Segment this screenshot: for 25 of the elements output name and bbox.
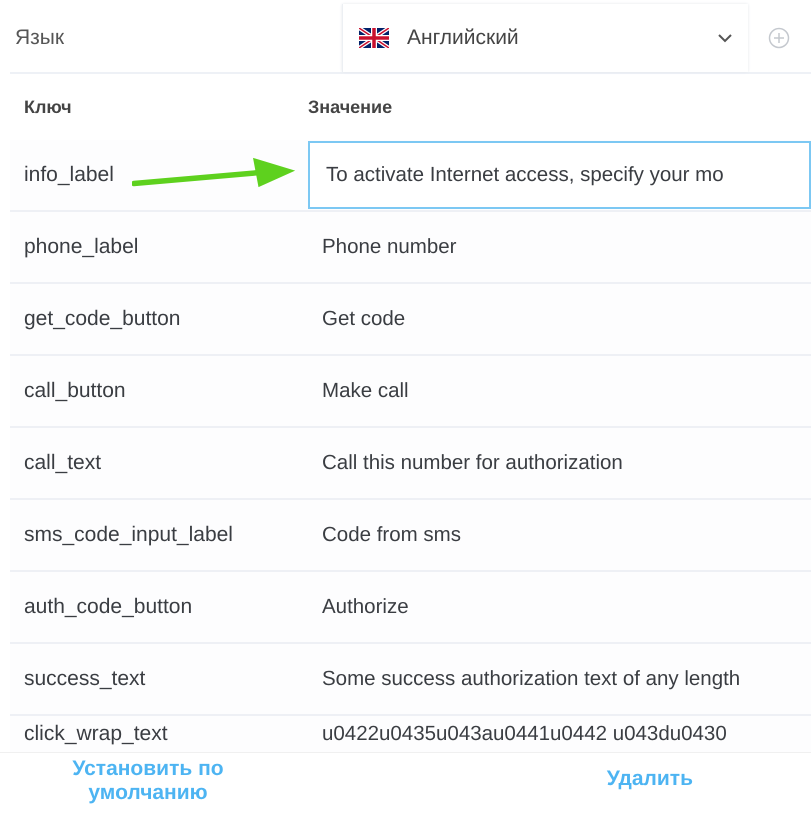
flag-icon	[359, 28, 389, 48]
language-label: Язык	[15, 26, 66, 50]
table-cell: call_button	[24, 379, 126, 403]
table-cell-text: u0422u0435u043au0441u0442 u043du0430	[321, 722, 727, 746]
table-cell-text: Some success authorization text of any length	[321, 667, 740, 691]
table-cell-text: Get code	[321, 307, 406, 331]
table-cell: info_label	[24, 163, 114, 187]
table-cell: sms_code_input_label	[24, 523, 233, 547]
table-cell: phone_label	[24, 235, 138, 259]
table-cell-text: Authorize	[321, 595, 409, 619]
add-icon[interactable]	[768, 27, 790, 49]
table-cell-text: Code from sms	[321, 523, 461, 547]
table-cell-text: Call this number for authorization	[321, 451, 623, 475]
table-cell-text: Make call	[321, 379, 409, 403]
value-input[interactable]: To activate Internet access, specify your mo	[308, 141, 811, 209]
caret-icon	[718, 34, 732, 42]
table-cell: click_wrap_text	[24, 722, 168, 746]
table-cell: success_text	[24, 667, 146, 691]
column-header: Ключ	[23, 96, 73, 118]
language-select[interactable]: Английский	[342, 4, 748, 72]
table-cell: call_text	[24, 451, 102, 475]
column-header: Значение	[308, 96, 392, 118]
table-cell: get_code_button	[24, 307, 180, 331]
table-cell: auth_code_button	[24, 595, 192, 619]
table-cell-text: Phone number	[321, 235, 456, 259]
